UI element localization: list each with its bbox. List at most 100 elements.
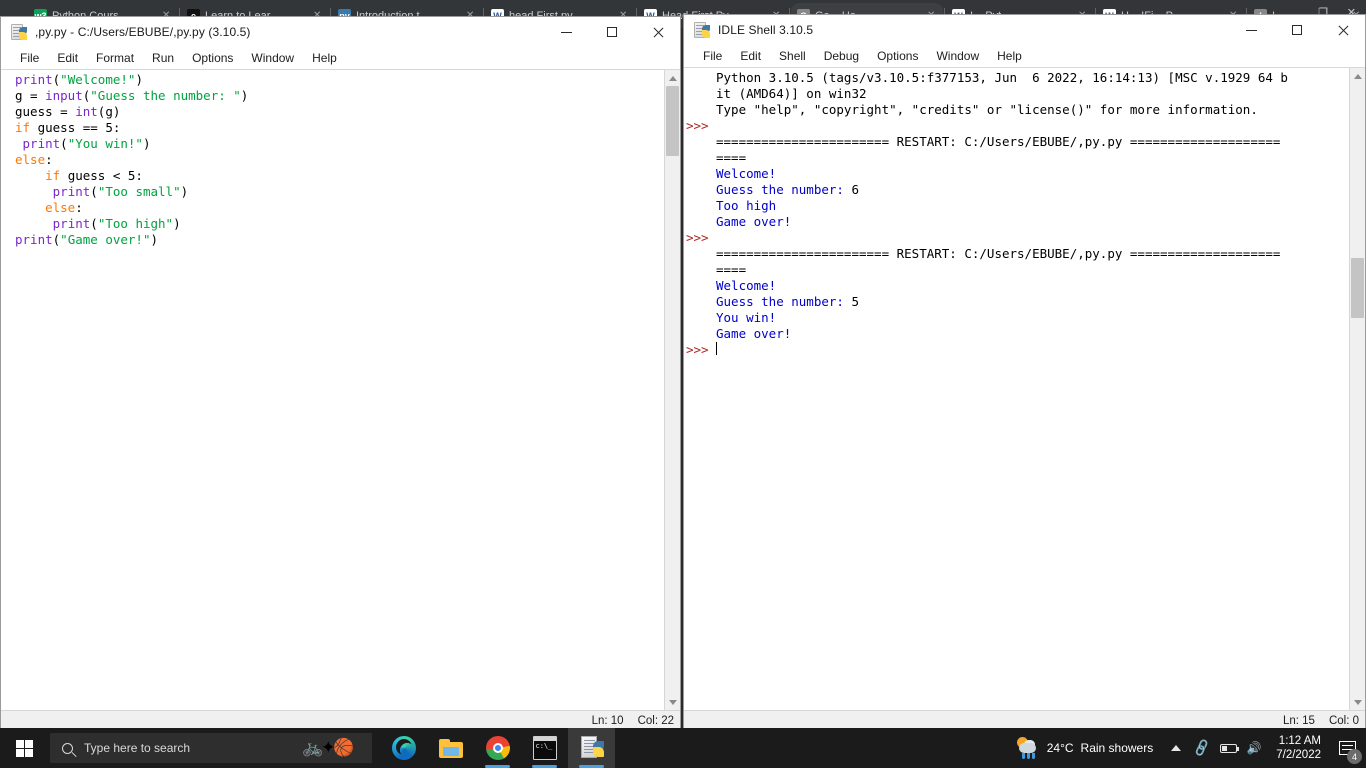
shell-text: Guess the number: [716,182,852,197]
editor-title-bar[interactable]: ,py.py - C:/Users/EBUBE/,py.py (3.10.5) [1,17,680,47]
editor-scroll-thumb[interactable] [666,86,679,156]
shell-menu-window[interactable]: Window [927,47,988,66]
volume-icon[interactable]: 🔊 [1241,728,1267,768]
start-button[interactable] [0,728,48,768]
shell-menu-debug[interactable]: Debug [815,47,868,66]
editor-menu-edit[interactable]: Edit [48,49,87,68]
editor-close-button[interactable] [634,17,680,47]
shell-prompt: >>> [686,230,709,245]
code-line[interactable]: print("Too high") [1,216,664,232]
shell-output[interactable]: Python 3.10.5 (tags/v3.10.5:f377153, Jun… [686,70,1349,358]
show-hidden-icons-chevron-icon[interactable] [1163,728,1189,768]
shell-scroll-up-icon[interactable] [1350,68,1365,84]
taskbar-app-file-explorer[interactable] [427,728,474,768]
notification-center-button[interactable]: 4 [1330,728,1364,768]
shell-menu-file[interactable]: File [694,47,731,66]
shell-minimize-button[interactable] [1229,15,1274,45]
editor-minimize-button[interactable] [544,17,589,47]
shell-line[interactable]: You win! [686,310,1349,326]
onedrive-link-icon[interactable]: 🔗 [1189,728,1215,768]
editor-code-content[interactable]: print("Welcome!") g = input("Guess the nu… [1,72,664,248]
idle-shell-window[interactable]: IDLE Shell 3.10.5 File Edit Shell Debug Opti… [683,14,1366,731]
editor-menu-format[interactable]: Format [87,49,143,68]
chrome-icon [485,736,510,760]
code-token: if [45,168,61,183]
editor-maximize-button[interactable] [589,17,634,47]
shell-line[interactable]: Too high [686,198,1349,214]
taskbar-app-terminal[interactable] [521,728,568,768]
idle-editor-window[interactable]: ,py.py - C:/Users/EBUBE/,py.py (3.10.5) … [0,16,681,731]
code-token: guess == 5: [30,120,121,135]
shell-maximize-button[interactable] [1274,15,1319,45]
taskbar-app-edge[interactable] [380,728,427,768]
shell-line[interactable]: ==== [686,262,1349,278]
shell-title-bar[interactable]: IDLE Shell 3.10.5 [684,15,1365,45]
battery-icon[interactable] [1215,728,1241,768]
taskbar-clock[interactable]: 1:12 AM 7/2/2022 [1267,728,1330,768]
editor-menu-bar[interactable]: File Edit Format Run Options Window Help [1,47,680,70]
shell-line[interactable]: >>> [686,230,1349,246]
shell-line[interactable]: >>> [686,342,1349,358]
shell-menu-shell[interactable]: Shell [770,47,815,66]
shell-menu-bar[interactable]: File Edit Shell Debug Options Window Help [684,45,1365,68]
editor-vertical-scrollbar[interactable] [664,70,680,710]
shell-line[interactable]: ======================= RESTART: C:/User… [686,246,1349,262]
editor-line-indicator: Ln: 10 [591,714,624,727]
code-line[interactable]: print("Welcome!") [1,72,664,88]
taskbar-search-box[interactable]: Type here to search 🚲✦🏀 [50,733,372,763]
shell-line[interactable]: ======================= RESTART: C:/User… [686,134,1349,150]
shell-gutter [686,198,716,214]
code-line[interactable]: if guess < 5: [1,168,664,184]
editor-menu-options[interactable]: Options [183,49,242,68]
shell-gutter [686,102,716,118]
shell-text-caret [716,342,717,355]
code-line[interactable]: g = input("Guess the number: ") [1,88,664,104]
editor-menu-window[interactable]: Window [242,49,303,68]
editor-window-controls[interactable] [544,17,680,47]
code-line[interactable]: else: [1,152,664,168]
shell-vertical-scrollbar[interactable] [1349,68,1365,710]
taskbar-weather-widget[interactable]: 24°C Rain showers [1010,728,1164,768]
shell-line[interactable]: Welcome! [686,278,1349,294]
shell-scroll-thumb[interactable] [1351,258,1364,318]
shell-line[interactable]: it (AMD64)] on win32 [686,86,1349,102]
shell-line[interactable]: ==== [686,150,1349,166]
shell-scroll-down-icon[interactable] [1350,694,1365,710]
shell-menu-options[interactable]: Options [868,47,927,66]
shell-line[interactable]: Welcome! [686,166,1349,182]
shell-line[interactable]: Guess the number: 5 [686,294,1349,310]
taskbar-app-python-idle[interactable] [568,728,615,768]
editor-menu-file[interactable]: File [11,49,48,68]
shell-user-input: 5 [851,294,859,309]
code-token: ( [90,216,98,231]
shell-text: ==== [716,150,747,165]
editor-menu-help[interactable]: Help [303,49,346,68]
shell-text-area[interactable]: Python 3.10.5 (tags/v3.10.5:f377153, Jun… [684,68,1349,710]
taskbar-app-chrome[interactable] [474,728,521,768]
code-line[interactable]: print("Game over!") [1,232,664,248]
shell-close-button[interactable] [1319,15,1365,45]
shell-line[interactable]: Python 3.10.5 (tags/v3.10.5:f377153, Jun… [686,70,1349,86]
code-token: input [45,88,83,103]
shell-column-indicator: Col: 0 [1328,714,1359,727]
editor-text-area[interactable]: print("Welcome!") g = input("Guess the nu… [1,70,664,710]
shell-line[interactable]: Guess the number: 6 [686,182,1349,198]
shell-line[interactable]: Game over! [686,214,1349,230]
code-line[interactable]: print("Too small") [1,184,664,200]
shell-window-controls[interactable] [1229,15,1365,45]
code-line[interactable]: guess = int(g) [1,104,664,120]
code-line[interactable]: if guess == 5: [1,120,664,136]
editor-scroll-down-icon[interactable] [665,694,680,710]
editor-menu-run[interactable]: Run [143,49,183,68]
shell-line[interactable]: >>> [686,118,1349,134]
shell-menu-help[interactable]: Help [988,47,1031,66]
editor-scroll-up-icon[interactable] [665,70,680,86]
shell-line[interactable]: Type "help", "copyright", "credits" or "… [686,102,1349,118]
shell-line[interactable]: Game over! [686,326,1349,342]
shell-menu-edit[interactable]: Edit [731,47,770,66]
code-token: ( [90,184,98,199]
shell-gutter [686,214,716,230]
code-line[interactable]: print("You win!") [1,136,664,152]
code-line[interactable]: else: [1,200,664,216]
